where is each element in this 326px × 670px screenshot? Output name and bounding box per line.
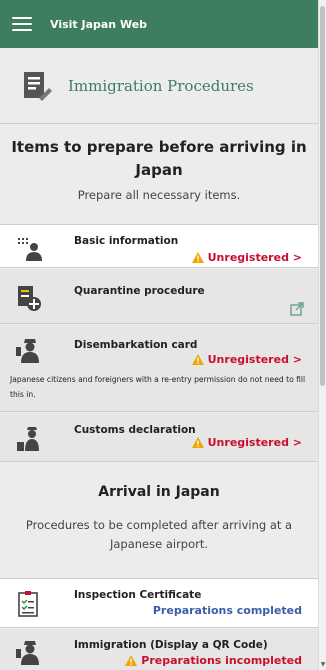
arrival-subtitle: Procedures to be completed after arrivin… [25,518,293,551]
quarantine-procedure-item[interactable]: Quarantine procedure [0,269,318,324]
scrollbar[interactable]: ▼ [318,0,326,670]
disembarkation-card-status-text: Unregistered > [207,353,302,366]
document-icon [24,71,52,101]
immigration-qr-label: Immigration (Display a QR Code) [74,639,268,651]
basic-information-status-text: Unregistered > [207,251,302,264]
immigration-qr-status[interactable]: Preparations incompleted [125,654,302,667]
arrival-title: Arrival in Japan [98,484,220,500]
scroll-down-arrow-icon[interactable]: ▼ [319,661,326,668]
warning-icon [191,354,204,365]
checklist-icon [18,591,38,617]
immigration-qr-status-text: Preparations incompleted [141,654,302,667]
arrival-section-header: Arrival in Japan Procedures to be comple… [0,484,318,554]
warning-icon [191,252,204,263]
quarantine-icon [18,286,41,311]
basic-information-label: Basic information [74,235,179,247]
disembarkation-card-label: Disembarkation card [74,339,198,351]
app-header: Visit Japan Web [0,0,318,48]
app-title: Visit Japan Web [50,17,148,31]
basic-information-item[interactable]: Basic information Unregistered > [0,224,318,268]
inspection-certificate-item[interactable]: Inspection Certificate Preparations comp… [0,578,318,628]
prepare-section-header: Items to prepare before arriving in Japa… [0,124,318,204]
inspection-certificate-label: Inspection Certificate [74,589,202,601]
disembarkation-card-status[interactable]: Unregistered > [191,353,302,366]
id-card-icon [18,238,42,261]
customs-declaration-item[interactable]: Customs declaration Unregistered > [0,413,318,462]
customs-declaration-status[interactable]: Unregistered > [191,436,302,449]
quarantine-procedure-label: Quarantine procedure [74,285,205,297]
scrollbar-thumb[interactable] [320,6,325,386]
prepare-title: Items to prepare before arriving in Japa… [11,138,307,179]
basic-information-status[interactable]: Unregistered > [191,251,302,264]
page-title: Immigration Procedures [68,76,254,95]
officer-icon [16,339,39,363]
customs-declaration-status-text: Unregistered > [207,436,302,449]
warning-icon [191,437,204,448]
page-title-row: Immigration Procedures [0,48,318,123]
prepare-subtitle: Prepare all necessary items. [77,188,241,202]
disembarkation-card-note: Japanese citizens and foreigners with a … [10,375,306,399]
immigration-qr-item[interactable]: Immigration (Display a QR Code) Preparat… [0,629,318,670]
disembarkation-card-item[interactable]: Disembarkation card Unregistered > Japan… [0,325,318,412]
menu-icon[interactable] [12,17,32,31]
customs-icon [17,427,39,451]
inspection-certificate-status[interactable]: Preparations completed [153,604,302,617]
warning-icon [125,655,138,666]
customs-declaration-label: Customs declaration [74,424,196,436]
officer-icon [16,641,39,665]
external-link-icon[interactable] [290,302,304,316]
